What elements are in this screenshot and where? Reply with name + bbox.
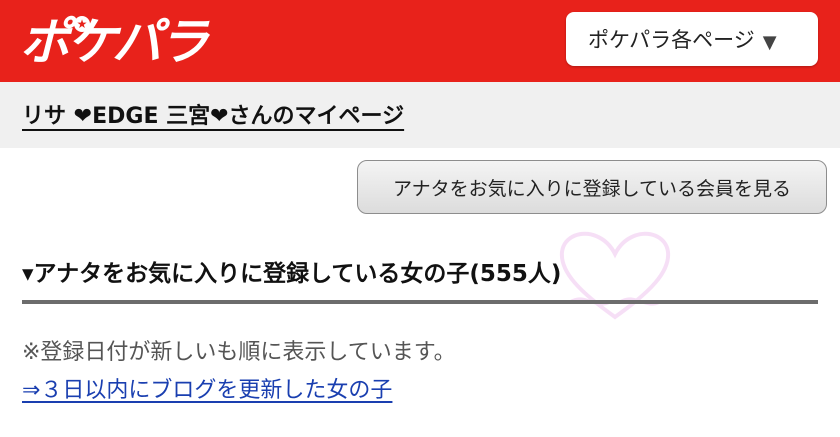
site-logo[interactable]: ポケパラ ★ [20,12,209,72]
triangle-down-icon: ▼ [762,31,777,53]
page-menu-label: ポケパラ各ページ [588,28,755,52]
favorited-by-girls-heading: ▾アナタをお気に入りに登録している女の子(555人) [22,261,562,287]
logo-text: ポケパラ [20,13,209,71]
recent-blog-girls-link[interactable]: ⇒３日以内にブログを更新した女の子 [22,372,392,404]
star-icon: ★ [74,16,90,32]
heart-icon [559,231,671,320]
page-title[interactable]: リサ ❤EDGE 三宮❤さんのマイページ [22,98,404,130]
view-favoriting-members-button[interactable]: アナタをお気に入りに登録している会員を見る [357,160,827,214]
header-bar: ポケパラ ★ ポケパラ各ページ ▼ [0,0,840,82]
sort-order-note: ※登録日付が新しいも順に表示しています。 [22,340,456,365]
heading-divider [22,300,818,304]
page-menu-dropdown[interactable]: ポケパラ各ページ ▼ [566,12,818,66]
